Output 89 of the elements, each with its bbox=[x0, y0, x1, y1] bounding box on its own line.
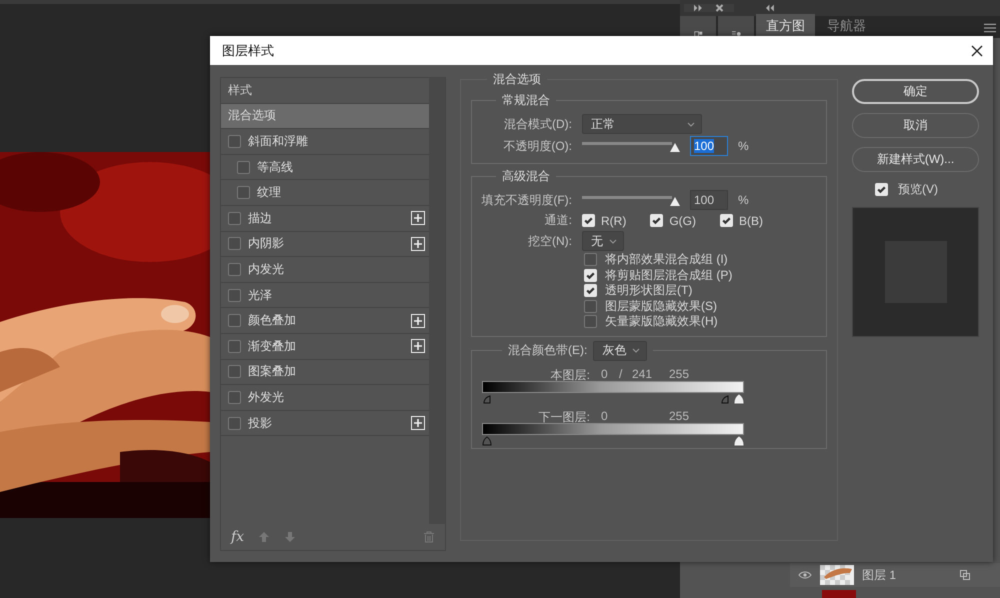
band-reading: 241 bbox=[632, 366, 652, 380]
slider-thumb[interactable] bbox=[720, 394, 730, 404]
slider-thumb[interactable] bbox=[482, 394, 492, 404]
layer-thumbnail bbox=[820, 565, 854, 585]
dialog-button[interactable]: 取消 bbox=[852, 113, 979, 138]
tool-icon[interactable] bbox=[694, 30, 702, 38]
add-icon[interactable] bbox=[411, 236, 425, 251]
layer-name: 图层 1 bbox=[862, 566, 896, 584]
checkbox-label: 图层蒙版隐藏效果(S) bbox=[605, 298, 717, 315]
checkbox[interactable] bbox=[228, 365, 241, 378]
add-icon[interactable] bbox=[411, 339, 425, 354]
field-label: 混合模式(D): bbox=[503, 116, 572, 132]
unit-label: % bbox=[738, 139, 749, 153]
fill-opacity-slider[interactable] bbox=[582, 194, 680, 206]
styles-header: 样式 bbox=[228, 82, 252, 99]
dialog-button[interactable]: 确定 bbox=[852, 79, 979, 104]
checkbox-label: 矢量蒙版隐藏效果(H) bbox=[605, 313, 718, 330]
checkbox[interactable] bbox=[584, 315, 597, 328]
layer-row[interactable]: 图层 1 bbox=[790, 563, 1000, 587]
checkbox-label: B(B) bbox=[739, 214, 763, 228]
slider-thumb[interactable] bbox=[482, 436, 492, 446]
checkbox[interactable] bbox=[228, 212, 241, 225]
field-label: 混合颜色带(E): bbox=[508, 342, 588, 359]
gradient-slider[interactable] bbox=[482, 380, 744, 404]
section-title: 常规混合 bbox=[501, 92, 551, 109]
menu-icon[interactable] bbox=[984, 23, 996, 33]
expand-icon[interactable] bbox=[766, 4, 775, 12]
panel-tab[interactable]: 直方图 bbox=[756, 14, 815, 38]
field-label: 通道: bbox=[544, 212, 572, 229]
checkbox[interactable] bbox=[228, 262, 241, 276]
checkbox[interactable] bbox=[228, 390, 241, 404]
dialog-button[interactable]: 新建样式(W)... bbox=[852, 147, 979, 172]
eye-icon[interactable] bbox=[798, 571, 812, 579]
link-icon bbox=[960, 570, 970, 580]
field-label: 填充不透明度(F): bbox=[480, 192, 572, 208]
layer-thumbnail bbox=[822, 590, 856, 598]
gradient-slider[interactable] bbox=[482, 422, 744, 446]
scrollbar[interactable] bbox=[429, 78, 445, 524]
checkbox[interactable] bbox=[228, 340, 241, 353]
checkbox-label: R(R) bbox=[601, 214, 626, 228]
chevron-down-icon bbox=[632, 348, 640, 353]
opacity-slider[interactable] bbox=[582, 140, 680, 152]
field-label: 挖空(N): bbox=[527, 232, 572, 250]
add-icon[interactable] bbox=[411, 416, 425, 430]
style-item[interactable]: 内阴影 bbox=[221, 232, 429, 258]
checkbox-label: 将内部效果混合成组 (I) bbox=[605, 251, 728, 268]
checkbox[interactable] bbox=[228, 416, 241, 430]
checkbox[interactable] bbox=[228, 288, 241, 302]
dialog-title: 图层样式 bbox=[222, 42, 274, 60]
slider-thumb[interactable] bbox=[670, 143, 680, 152]
band-reading: 255 bbox=[669, 366, 690, 380]
band-reading: / bbox=[619, 366, 622, 380]
band-reading: 0 bbox=[601, 366, 608, 380]
checkbox[interactable] bbox=[228, 134, 241, 148]
close-icon[interactable] bbox=[971, 44, 983, 56]
add-icon[interactable] bbox=[411, 314, 425, 328]
checkbox[interactable] bbox=[584, 300, 597, 313]
chevron-down-icon bbox=[609, 238, 617, 244]
style-item[interactable]: 混合选项 bbox=[221, 104, 429, 130]
field-label: 不透明度(O): bbox=[502, 138, 572, 154]
fx-button[interactable]: fx bbox=[231, 529, 244, 545]
blend-if-dropdown[interactable]: 灰色 bbox=[593, 340, 648, 360]
chevron-down-icon bbox=[687, 122, 695, 126]
style-item[interactable]: 图案叠加 bbox=[221, 360, 429, 386]
add-icon[interactable] bbox=[411, 211, 425, 226]
fill-opacity-field[interactable]: 100 bbox=[690, 190, 728, 210]
band-reading: 0 bbox=[601, 408, 608, 422]
opacity-field[interactable]: 100 bbox=[690, 136, 728, 156]
collapse-icon[interactable] bbox=[694, 4, 703, 12]
checkbox[interactable] bbox=[237, 186, 250, 200]
style-item[interactable]: 投影 bbox=[221, 410, 429, 436]
checkbox-label: 透明形状图层(T) bbox=[605, 282, 692, 300]
unit-label: % bbox=[738, 193, 749, 207]
slider-thumb[interactable] bbox=[670, 197, 680, 206]
checkbox[interactable] bbox=[584, 253, 597, 266]
section-title: 高级混合 bbox=[501, 168, 551, 185]
panel-tab[interactable]: 导航器 bbox=[817, 14, 876, 38]
band-reading: 255 bbox=[669, 408, 690, 422]
blend-mode-dropdown[interactable]: 正常 bbox=[582, 114, 702, 134]
checkbox-label: 预览(V) bbox=[898, 181, 938, 198]
band-label: 本图层: bbox=[550, 366, 590, 384]
checkbox[interactable] bbox=[228, 314, 241, 328]
band-label: 下一图层: bbox=[538, 408, 590, 426]
checkbox[interactable] bbox=[237, 160, 250, 174]
checkbox[interactable] bbox=[228, 237, 241, 250]
section-title: 混合选项 bbox=[492, 71, 542, 88]
knockout-dropdown[interactable]: 无 bbox=[582, 231, 624, 251]
checkbox-label: 将剪贴图层混合成组 (P) bbox=[605, 266, 732, 284]
checkbox-label: G(G) bbox=[669, 214, 696, 228]
